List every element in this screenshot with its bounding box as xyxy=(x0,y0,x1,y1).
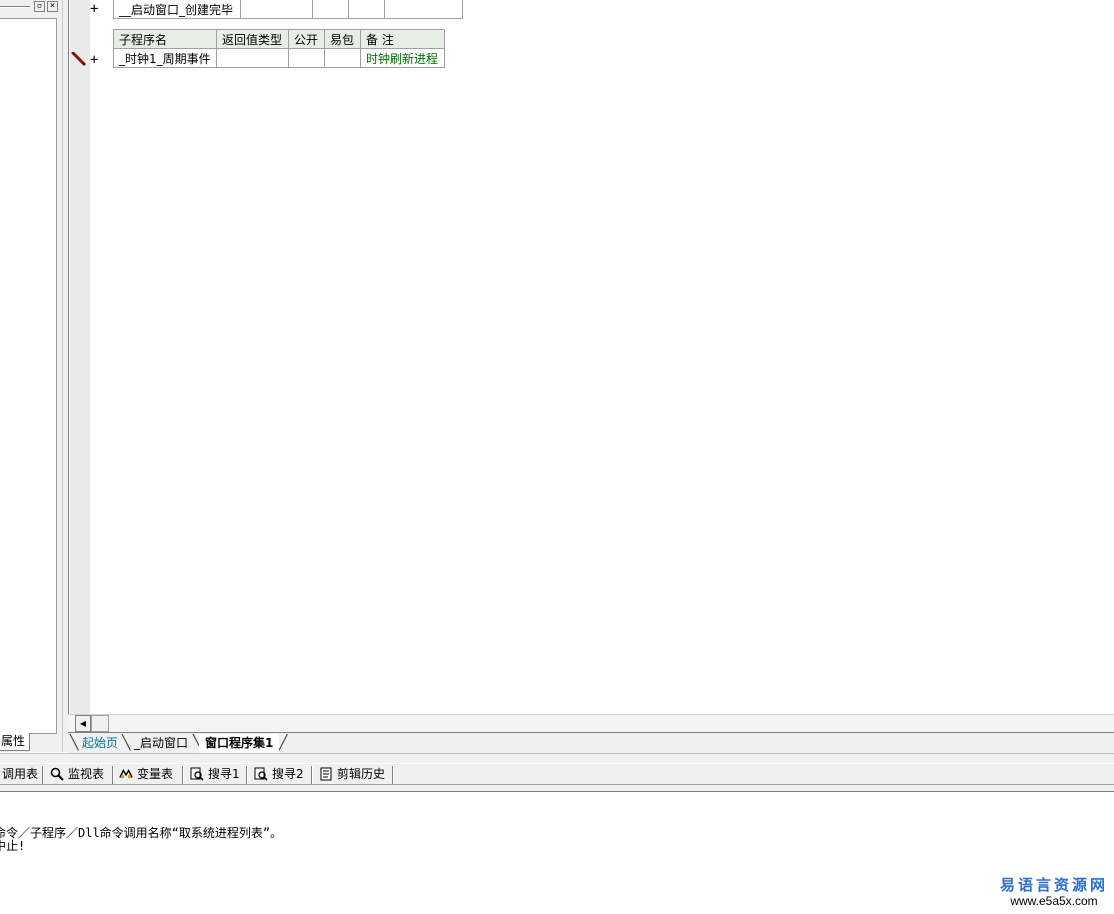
separator xyxy=(311,766,313,784)
lower-toolbar: 调用表 监视表 变量表 搜寻1 搜寻2 剪辑历史 xyxy=(0,753,1114,791)
magnifier-icon xyxy=(50,767,64,781)
remark-cell[interactable]: 时钟刷新进程 xyxy=(360,48,445,68)
tab-watch-table[interactable]: 监视表 xyxy=(50,765,104,783)
tab-window-program-set[interactable]: 窗口程序集1 xyxy=(199,734,280,753)
tab-divider: ╱ xyxy=(279,735,288,751)
return-type-cell[interactable] xyxy=(240,0,313,19)
table-header-row: 子程序名 返回值类型 公开 易包 备 注 xyxy=(113,29,445,49)
remark-cell[interactable] xyxy=(384,0,463,19)
epkg-cell[interactable] xyxy=(348,0,385,19)
variable-icon xyxy=(119,769,133,779)
subroutine-name-cell[interactable]: __启动窗口_创建完毕 xyxy=(113,0,241,19)
header-sub-name: 子程序名 xyxy=(113,29,217,49)
tab-label: 剪辑历史 xyxy=(337,767,386,781)
clipboard-history-icon xyxy=(320,767,332,781)
subroutine-table-2: 子程序名 返回值类型 公开 易包 备 注 _时钟1_周期事件 时钟刷新进程 xyxy=(113,29,445,68)
watermark: 易语言资源网 www.e5a5x.com xyxy=(998,876,1110,908)
tab-search-1[interactable]: 搜寻1 xyxy=(190,765,240,783)
tab-clipboard-history[interactable]: 剪辑历史 xyxy=(319,765,385,783)
subroutine-name-cell[interactable]: _时钟1_周期事件 xyxy=(113,48,217,68)
editor-tab-bar: ╲ 起始页 ╲ _启动窗口 ╲ 窗口程序集1 ╱ xyxy=(68,732,1114,753)
header-remark: 备 注 xyxy=(360,29,445,49)
table-row: __启动窗口_创建完毕 xyxy=(113,0,463,19)
tab-label: 调用表 xyxy=(2,767,39,781)
tab-call-table[interactable]: 调用表 xyxy=(2,765,38,783)
left-panel: ▫ × xyxy=(0,0,62,752)
tab-label: 变量表 xyxy=(137,767,174,781)
table-row: _时钟1_周期事件 时钟刷新进程 xyxy=(113,48,445,68)
expand-icon[interactable]: + xyxy=(90,53,98,67)
restore-icon[interactable]: ▫ xyxy=(34,1,45,12)
tab-properties[interactable]: 属性 xyxy=(0,733,30,751)
tab-label: 搜寻1 xyxy=(208,767,240,781)
tab-startup-window[interactable]: _启动窗口 xyxy=(128,734,194,753)
header-epkg: 易包 xyxy=(324,29,361,49)
header-return-type: 返回值类型 xyxy=(216,29,289,49)
close-icon[interactable]: × xyxy=(47,1,58,12)
search2-icon xyxy=(254,767,268,781)
scroll-thumb[interactable] xyxy=(91,715,109,732)
tab-label: 监视表 xyxy=(68,767,105,781)
scroll-left-icon[interactable]: ◀ xyxy=(75,715,91,732)
watermark-url: www.e5a5x.com xyxy=(1010,894,1098,908)
subroutine-table-1: __启动窗口_创建完毕 xyxy=(113,0,463,19)
output-line: 命令／子程序／Dll命令调用名称“取系统进程列表”。 xyxy=(0,826,283,840)
watermark-title: 易语言资源网 xyxy=(999,876,1108,894)
separator xyxy=(42,766,44,784)
output-line: 中止! xyxy=(0,839,26,853)
separator xyxy=(392,766,394,784)
tab-start-page[interactable]: 起始页 xyxy=(76,734,124,753)
code-editor[interactable] xyxy=(68,0,1114,714)
separator xyxy=(112,766,114,784)
editor-gutter xyxy=(70,0,90,714)
tab-search-2[interactable]: 搜寻2 xyxy=(254,765,304,783)
header-public: 公开 xyxy=(288,29,325,49)
public-cell[interactable] xyxy=(288,48,325,68)
public-cell[interactable] xyxy=(312,0,349,19)
expand-icon[interactable]: + xyxy=(90,2,98,16)
property-panel-content[interactable] xyxy=(0,18,57,734)
panel-titlebar: ▫ × xyxy=(0,0,62,14)
search1-icon xyxy=(190,767,204,781)
tab-variable-table[interactable]: 变量表 xyxy=(119,765,173,783)
horizontal-scrollbar[interactable]: ◀ xyxy=(68,714,1114,732)
output-panel[interactable]: 命令／子程序／Dll命令调用名称“取系统进程列表”。 中止! xyxy=(0,791,1114,914)
tab-label: 搜寻2 xyxy=(272,767,304,781)
epkg-cell[interactable] xyxy=(324,48,361,68)
separator xyxy=(246,766,248,784)
titlebar-grip xyxy=(0,6,30,8)
pencil-icon xyxy=(71,52,86,66)
separator xyxy=(182,766,184,784)
return-type-cell[interactable] xyxy=(216,48,289,68)
